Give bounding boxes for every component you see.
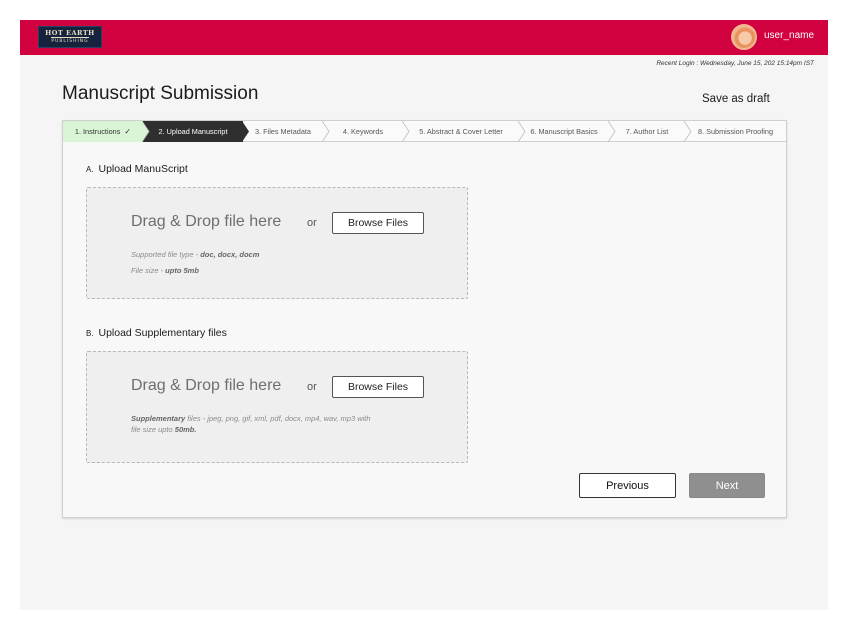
step-label: 3. Files Metadata [255,127,311,136]
next-button[interactable]: Next [689,473,765,498]
step-upload-manuscript[interactable]: 2. Upload Manuscript [143,121,249,142]
step-separator-icon [402,121,410,142]
note-emphasis: Supplementary [131,414,186,423]
step-label: 5. Abstract & Cover Letter [419,127,503,136]
step-separator-icon [518,121,526,142]
browse-supplementary-button[interactable]: Browse Files [332,376,424,398]
step-instructions[interactable]: 1. Instructions ✓ [63,121,150,142]
note-value: 50mb. [174,425,197,434]
browse-manuscript-button[interactable]: Browse Files [332,212,424,234]
file-size-note: File size - upto 5mb [131,265,199,276]
step-author-list[interactable]: 7. Author List [609,121,692,142]
save-as-draft-button[interactable]: Save as draft [702,93,770,105]
or-text: or [307,381,317,393]
step-separator-icon [142,121,150,142]
step-separator-icon [608,121,616,142]
step-separator-icon [242,121,249,142]
previous-button[interactable]: Previous [579,473,676,498]
step-abstract-cover-letter[interactable]: 5. Abstract & Cover Letter [403,121,526,142]
drag-drop-text: Drag & Drop file here [131,213,282,230]
user-avatar[interactable] [731,24,757,50]
upload-manuscript-heading: A. Upload ManuScript [86,163,188,175]
note-value: doc, docx, docm [200,250,260,259]
top-bar: HOT EARTH PUBLISHING user_name [20,20,828,55]
step-keywords[interactable]: 4. Keywords [323,121,410,142]
or-text: or [307,217,317,229]
step-separator-icon [322,121,330,142]
username[interactable]: user_name [764,30,814,41]
section-letter: B. [86,329,94,338]
section-title-text: Upload Supplementary files [98,327,227,339]
section-letter: A. [86,165,94,174]
step-manuscript-basics[interactable]: 6. Manuscript Basics [519,121,616,142]
note-value: upto 5mb [165,266,199,275]
step-label: 6. Manuscript Basics [530,127,598,136]
page-title: Manuscript Submission [62,83,259,104]
app-window: HOT EARTH PUBLISHING user_name Recent Lo… [20,20,828,610]
recent-login-text: Recent Login : Wednesday, June 15, 202 1… [656,60,814,67]
publisher-logo[interactable]: HOT EARTH PUBLISHING [38,26,102,48]
note-label: File size - [131,266,166,275]
note-label: file size upto [131,425,175,434]
checkmark-icon: ✓ [124,127,132,136]
supported-file-type-note: Supported file type - doc, docx, docm [131,249,259,260]
submission-card: 1. Instructions ✓ 2. Upload Manuscript 3… [62,120,787,518]
manuscript-dropzone[interactable]: Drag & Drop file here or Browse Files Su… [86,187,468,299]
note-label: Supported file type - [131,250,201,259]
step-label: 2. Upload Manuscript [158,127,228,136]
step-separator-icon [684,121,692,142]
step-label: 7. Author List [625,127,669,136]
logo-text: HOT EARTH [45,28,95,37]
step-label: 4. Keywords [342,127,384,136]
logo-subtext: PUBLISHING [51,36,89,44]
drag-drop-text: Drag & Drop file here [131,377,282,394]
step-submission-proofing[interactable]: 8. Submission Proofing [685,121,786,142]
step-label: 8. Submission Proofing [697,127,774,136]
upload-supplementary-heading: B. Upload Supplementary files [86,327,227,339]
supplementary-size-note: file size upto 50mb. [131,424,196,435]
section-title-text: Upload ManuScript [98,163,188,175]
step-files-metadata[interactable]: 3. Files Metadata [243,121,330,142]
supplementary-file-note: Supplementary files - jpeg, png, gif, xm… [131,413,371,424]
note-text: files - jpeg, png, gif, xml, pdf, docx, … [185,414,371,423]
step-label: 1. Instructions [74,127,121,136]
supplementary-dropzone[interactable]: Drag & Drop file here or Browse Files Su… [86,351,468,463]
progress-stepper: 1. Instructions ✓ 2. Upload Manuscript 3… [63,121,786,142]
